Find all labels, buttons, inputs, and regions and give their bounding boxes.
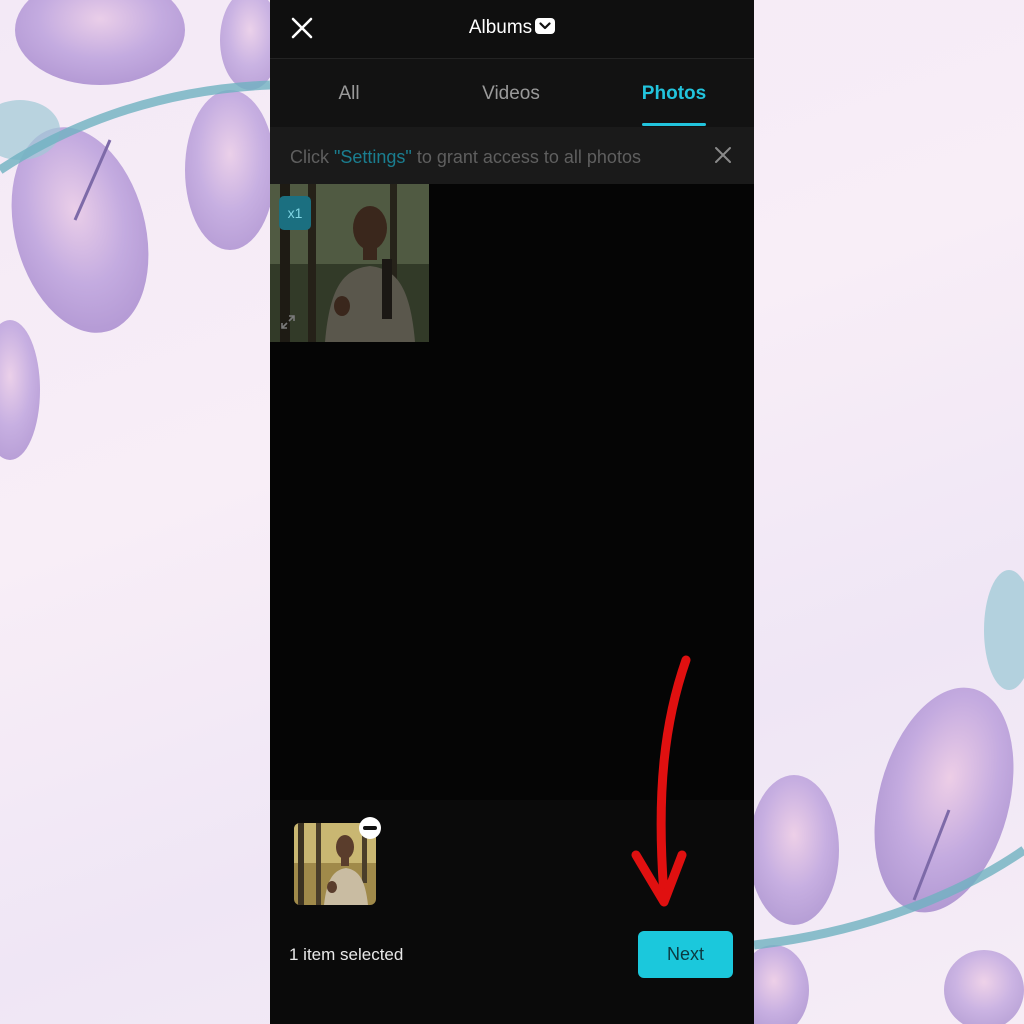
- banner-close-icon[interactable]: [713, 145, 733, 165]
- tab-all[interactable]: All: [338, 83, 359, 105]
- settings-link[interactable]: "Settings": [334, 147, 412, 167]
- album-selector[interactable]: Albums: [270, 17, 754, 39]
- album-dropdown-icon[interactable]: [535, 18, 556, 34]
- remove-selection-icon[interactable]: [359, 817, 381, 839]
- selected-count-label: 1 item selected: [289, 945, 404, 964]
- tab-photos[interactable]: Photos: [642, 83, 706, 105]
- album-title[interactable]: Albums: [469, 17, 532, 38]
- top-bar: Albums: [270, 0, 754, 59]
- photo-grid: x1: [270, 184, 754, 800]
- decorative-leaves-right: [754, 570, 1024, 1024]
- selection-count-badge: x1: [279, 196, 311, 230]
- expand-icon[interactable]: [280, 314, 296, 330]
- media-tabs: All Videos Photos: [270, 59, 754, 127]
- selection-tray: 1 item selected Next: [270, 800, 754, 1024]
- phone-screen: Albums All Videos Photos Click "Settings…: [270, 0, 754, 1024]
- tab-videos[interactable]: Videos: [482, 83, 540, 105]
- permission-banner: Click "Settings" to grant access to all …: [270, 127, 754, 184]
- decorative-leaves-left: [0, 0, 270, 460]
- active-tab-indicator: [642, 123, 706, 126]
- photo-thumbnail[interactable]: x1: [270, 184, 429, 342]
- next-button[interactable]: Next: [638, 931, 733, 978]
- permission-banner-text: Click "Settings" to grant access to all …: [290, 147, 641, 167]
